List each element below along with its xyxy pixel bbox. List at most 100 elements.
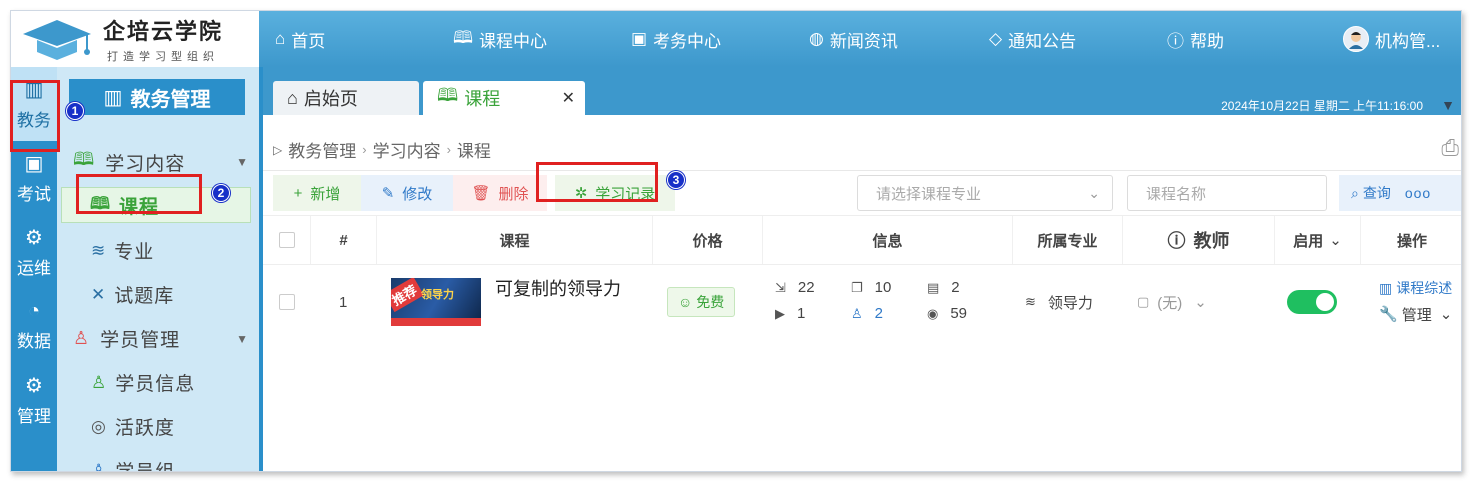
search-icon: ⌕ (1351, 184, 1359, 201)
avatar (1343, 26, 1369, 52)
eye-icon: ◉ (927, 305, 939, 321)
stat-lessons: ❐ 10 (851, 279, 892, 296)
home-icon: ⌂ (287, 87, 298, 108)
tab-course[interactable]: 🕮 课程 ✕ (423, 81, 585, 115)
breadcrumb-toggle-icon[interactable]: ▷ (273, 143, 282, 157)
trash-icon: 🗑 (471, 185, 491, 202)
print-icon[interactable]: ⎙ (1441, 135, 1459, 161)
course-thumbnail[interactable]: 推荐 领导力 (391, 278, 481, 326)
sub-sidebar: ▥ 教务管理 🕮 学习内容 ▼ 🕮 课程 ≋ 专业 ✕ 试题库 ♙ 学员管理 ▼… (57, 67, 259, 472)
stat-videos: ▶ 1 (775, 305, 806, 322)
teacher-icon: ▢ (1137, 294, 1150, 309)
chevron-down-icon[interactable]: ▼ (1441, 97, 1455, 113)
chevron-down-icon: ⌄ (1088, 184, 1100, 201)
tab-bar: ⌂ 启始页 🕮 课程 ✕ 2024年10月22日 星期二 上午11:16:00 … (263, 67, 1461, 115)
nav-notices[interactable]: ◇ 通知公告 (989, 11, 1076, 67)
recommend-badge: 推荐 (391, 278, 424, 313)
pie-chart-icon: ◔ (27, 300, 41, 322)
stat-notes: ▤ 2 (927, 279, 960, 296)
sidebar-item-student-group[interactable]: ♙ 学员组 (91, 457, 175, 472)
book-icon: 🕮 (453, 27, 474, 47)
gear-icon: ⚙ (25, 375, 43, 397)
user-group-icon: ♙ (91, 460, 108, 472)
nav-exam-center[interactable]: ▣ 考务中心 (631, 11, 721, 67)
row-index: 1 (339, 293, 348, 311)
note-icon: ▤ (927, 279, 940, 295)
home-icon: ⌂ (275, 29, 286, 48)
brand-slogan: 打造学习型组织 (107, 51, 219, 63)
smile-icon: ☺ (678, 294, 693, 310)
query-button[interactable]: ⌕ 查询 ooo (1339, 175, 1461, 211)
price-badge: ☺ 免费 (667, 287, 736, 317)
header-info: 信息 (763, 216, 1013, 264)
clock: 2024年10月22日 星期二 上午11:16:00 (1221, 99, 1423, 113)
brand[interactable]: 企培云学院 打造学习型组织 (11, 11, 259, 67)
nav-news[interactable]: ◍ 新闻资讯 (809, 11, 898, 67)
add-button[interactable]: + 新增 (273, 175, 361, 211)
header-index: # (311, 216, 377, 264)
rail-item-ops[interactable]: ⚙ 运维 (11, 215, 57, 289)
callout-number-1: 1 (66, 102, 84, 120)
wrench-icon: 🔧 (1379, 306, 1398, 323)
user-menu[interactable]: 机构管... (1343, 11, 1440, 67)
caret-down-icon: ▼ (236, 331, 249, 346)
bell-icon: ◇ (989, 29, 1003, 48)
rail-item-exam[interactable]: ▣ 考试 (11, 141, 57, 215)
rail-item-manage[interactable]: ⚙ 管理 (11, 363, 57, 437)
copy-icon: ❐ (851, 279, 863, 295)
exam-icon: ▣ (24, 153, 44, 175)
chevron-down-icon: ⌄ (1439, 306, 1453, 323)
manage-dropdown[interactable]: 🔧 管理 ⌄ (1379, 277, 1452, 351)
divider (263, 170, 1461, 171)
nav-help[interactable]: ⓘ 帮助 (1167, 11, 1224, 67)
breadcrumb: ▷ 教务管理 › 学习内容 › 课程 (273, 142, 491, 161)
delete-button[interactable]: 🗑 删除 (453, 175, 547, 211)
sidebar-item-major[interactable]: ≋ 专业 (91, 237, 154, 264)
close-icon[interactable]: ✕ (562, 88, 575, 108)
header-teacher: ⓘ 教师 (1123, 216, 1275, 264)
sidebar-item-question-bank[interactable]: ✕ 试题库 (91, 281, 174, 308)
row-major: 领导力 (1047, 294, 1093, 312)
stat-views: ◉ 59 (927, 305, 968, 322)
row-checkbox[interactable] (279, 294, 295, 310)
chevron-down-icon: ⌄ (1329, 232, 1342, 249)
activity-icon: ◎ (91, 416, 107, 436)
enabled-toggle[interactable] (1287, 290, 1337, 314)
news-icon: ◍ (809, 29, 824, 48)
help-icon[interactable]: ⓘ (1168, 227, 1186, 253)
callout-box-course (76, 174, 202, 214)
top-nav: 企培云学院 打造学习型组织 ⌂ 首页 🕮 课程中心 ▣ 考务中心 ◍ 新闻资讯 … (11, 11, 1461, 67)
sidebar-item-student-info[interactable]: ♙ 学员信息 (91, 369, 195, 396)
play-icon: ▶ (775, 305, 785, 321)
select-all-checkbox[interactable] (278, 232, 295, 248)
user-avatar-icon (1349, 32, 1363, 49)
rail-item-data[interactable]: ◔ 数据 (11, 289, 57, 363)
tab-home[interactable]: ⌂ 启始页 (273, 81, 419, 115)
user-name: 机构管... (1375, 31, 1441, 51)
stat-students[interactable]: ♙ 2 (851, 305, 883, 322)
callout-number-3: 3 (667, 171, 685, 189)
header-major: 所属专业 (1013, 216, 1123, 264)
edit-button[interactable]: ✎ 修改 (361, 175, 453, 211)
course-name-input[interactable]: 课程名称 (1127, 175, 1327, 211)
group-student-management[interactable]: ♙ 学员管理 ▼ (73, 325, 249, 352)
nav-home[interactable]: ⌂ 首页 (275, 11, 325, 67)
brand-name: 企培云学院 (103, 19, 224, 44)
course-title[interactable]: 可复制的领导力 (495, 251, 621, 325)
sidebar-item-activity[interactable]: ◎ 活跃度 (91, 413, 175, 440)
major-select[interactable]: 请选择课程专业 ⌄ (857, 175, 1113, 211)
more-icon[interactable]: ooo (1405, 185, 1431, 201)
graduation-cap-logo (23, 20, 91, 60)
table-row: 1 推荐 领导力 可复制的领导力 ☺ 免费 ⇲ 22 ❐ 10 ▤ 2 ▶ 1 ♙ 2 ◉ 5… (263, 265, 1461, 339)
main-content: ⌂ 启始页 🕮 课程 ✕ 2024年10月22日 星期二 上午11:16:00 … (259, 67, 1461, 471)
library-icon: ▥ (103, 86, 123, 109)
teacher-select[interactable]: ▢ (无) ⌄ (1137, 265, 1207, 339)
book-icon: 🕮 (437, 85, 459, 105)
users-icon: ♙ (73, 328, 91, 348)
layers-icon: ≋ (91, 240, 107, 260)
header-price: 价格 (653, 216, 763, 264)
group-learning-content[interactable]: 🕮 学习内容 ▼ (73, 147, 249, 177)
question-bank-icon: ✕ (91, 284, 107, 304)
nav-course-center[interactable]: 🕮 课程中心 (453, 11, 547, 67)
header-enabled[interactable]: 启用 ⌄ (1275, 216, 1361, 264)
